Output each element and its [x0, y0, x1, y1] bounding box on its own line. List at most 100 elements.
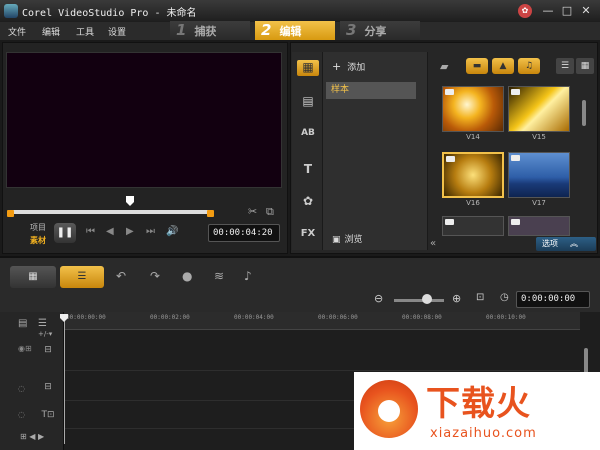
menu-tools[interactable]: 工具 — [76, 25, 94, 38]
zoom-in-icon[interactable]: ⊕ — [452, 292, 461, 305]
home-icon[interactable]: ⏮ — [86, 226, 95, 237]
storyboard-view-button[interactable]: ▦ — [10, 266, 56, 288]
list-view-icon[interactable]: ☰ — [556, 58, 574, 74]
overlay-track-icon: ⊟ — [44, 382, 52, 392]
play-pause-button[interactable]: ❚❚ — [54, 223, 76, 243]
playhead-line — [64, 318, 65, 444]
collapse-icon[interactable]: « — [430, 238, 436, 249]
thumbnail-v16[interactable] — [442, 152, 504, 198]
thumbnail-partial[interactable] — [442, 216, 504, 236]
record-icon[interactable]: ● — [182, 269, 192, 283]
zoom-slider[interactable] — [394, 299, 444, 302]
timecode-display[interactable]: 00:00:04:20 — [208, 224, 280, 242]
browse-icon: ▣ — [332, 235, 341, 245]
plus-icon: + — [332, 60, 342, 73]
timeline-view-button[interactable]: ☰ — [60, 266, 104, 288]
thumbnail-label: V15 — [532, 133, 546, 141]
video-badge-icon — [511, 89, 520, 95]
minimize-button[interactable]: — — [540, 3, 556, 19]
clock-icon: ◷ — [500, 292, 509, 303]
tab-capture[interactable]: 1 捕获 — [170, 21, 250, 40]
timeline-duration-display[interactable]: 0:00:00:00 — [516, 291, 590, 308]
timeline-scroll-arrows[interactable]: ⊞ ◀ ▶ — [20, 432, 44, 441]
track-manager-icon[interactable]: ▤ — [18, 318, 27, 329]
add-folder-button[interactable]: + 添加 — [332, 60, 365, 73]
corel-logo-icon[interactable]: ✿ — [518, 4, 532, 18]
folder-item-sample[interactable]: 样本 — [326, 82, 416, 99]
browse-button[interactable]: ▣ 浏览 — [332, 232, 363, 245]
preview-screen[interactable] — [6, 52, 282, 188]
folder-icon[interactable]: ▰ — [440, 60, 448, 73]
video-badge-icon — [445, 219, 454, 225]
track-visibility-icon[interactable]: ◌ — [18, 384, 25, 393]
menu-settings[interactable]: 设置 — [108, 25, 126, 38]
project-mode-button[interactable]: 项目 — [30, 222, 46, 233]
scrub-bar[interactable] — [10, 210, 210, 214]
audio-mixer-icon[interactable]: ≋ — [214, 269, 224, 283]
menu-file[interactable]: 文件 — [8, 25, 26, 38]
grid-view-icon[interactable]: ▦ — [576, 58, 594, 74]
add-marker-icon[interactable]: +/-▾ — [38, 330, 52, 338]
download-logo-icon — [378, 400, 400, 422]
trim-start-marker[interactable] — [7, 210, 14, 217]
library-sidebar — [292, 52, 322, 250]
filter-video-button[interactable]: ▬ — [466, 58, 488, 74]
tab-edit[interactable]: 2 编辑 — [255, 21, 335, 40]
video-badge-icon — [446, 156, 455, 162]
tab-share[interactable]: 3 分享 — [340, 21, 420, 40]
title-track-icon: T⊡ — [41, 410, 55, 420]
redo-icon[interactable]: ↷ — [150, 269, 160, 283]
scissors-icon[interactable]: ✂ — [248, 205, 257, 218]
transition-icon[interactable]: ▤ — [297, 94, 319, 110]
undo-icon[interactable]: ↶ — [116, 269, 126, 283]
video-badge-icon — [445, 89, 454, 95]
previous-frame-icon[interactable]: ◀ — [106, 226, 114, 237]
filter-photo-button[interactable]: ▲ — [492, 58, 514, 74]
auto-music-icon[interactable]: ♪ — [244, 269, 252, 283]
graphics-icon[interactable]: ✿ — [297, 194, 319, 210]
thumbnail-label: V14 — [466, 133, 480, 141]
next-frame-icon[interactable]: ▶ — [126, 226, 134, 237]
maximize-button[interactable]: □ — [559, 3, 575, 19]
menu-edit[interactable]: 编辑 — [42, 25, 60, 38]
track-visibility-icon[interactable]: ◉⊞ — [18, 344, 32, 353]
video-track[interactable] — [64, 331, 580, 371]
title-template-icon[interactable]: AB — [297, 128, 319, 144]
video-track-icon: ⊟ — [44, 345, 52, 355]
clip-mode-button[interactable]: 素材 — [30, 235, 46, 246]
track-header-panel — [0, 312, 64, 450]
ruler-tick-label: 00:00:00:00 — [66, 314, 106, 321]
volume-icon[interactable]: 🔊 — [166, 226, 178, 237]
close-button[interactable]: ✕ — [578, 3, 594, 19]
video-badge-icon — [511, 155, 520, 161]
ruler-tick-label: 00:00:02:00 — [150, 314, 190, 321]
watermark-brand: 下载火 — [426, 384, 531, 424]
ruler-tick-label: 00:00:10:00 — [486, 314, 526, 321]
end-icon[interactable]: ⏭ — [146, 226, 155, 237]
chapter-icon[interactable]: ☰ — [38, 318, 47, 329]
thumbnail-partial[interactable] — [508, 216, 570, 236]
thumbnail-v17[interactable] — [508, 152, 570, 198]
watermark-url: xiazaihuo.com — [430, 426, 537, 441]
options-button[interactable]: 选项 ︽ — [536, 237, 596, 251]
window-title: Corel VideoStudio Pro - 未命名 — [22, 8, 197, 19]
ruler-tick-label: 00:00:06:00 — [318, 314, 358, 321]
thumbnail-v14[interactable] — [442, 86, 504, 132]
text-icon[interactable]: T — [297, 162, 319, 178]
copy-icon[interactable]: ⧉ — [266, 205, 274, 219]
thumbnail-label: V16 — [466, 199, 480, 207]
media-icon[interactable]: ▦ — [297, 60, 319, 76]
zoom-slider-knob[interactable] — [422, 294, 432, 304]
fx-icon[interactable]: FX — [297, 228, 319, 244]
fit-to-window-icon[interactable]: ⊡ — [476, 292, 484, 303]
track-visibility-icon[interactable]: ◌ — [18, 410, 25, 419]
ruler-tick-label: 00:00:08:00 — [402, 314, 442, 321]
zoom-out-icon[interactable]: ⊖ — [374, 292, 383, 305]
trim-end-marker[interactable] — [207, 210, 214, 217]
library-scrollbar[interactable] — [582, 100, 586, 126]
thumbnail-label: V17 — [532, 199, 546, 207]
filter-audio-button[interactable]: ♫ — [518, 58, 540, 74]
video-badge-icon — [511, 219, 520, 225]
app-icon — [4, 4, 18, 18]
thumbnail-v15[interactable] — [508, 86, 570, 132]
